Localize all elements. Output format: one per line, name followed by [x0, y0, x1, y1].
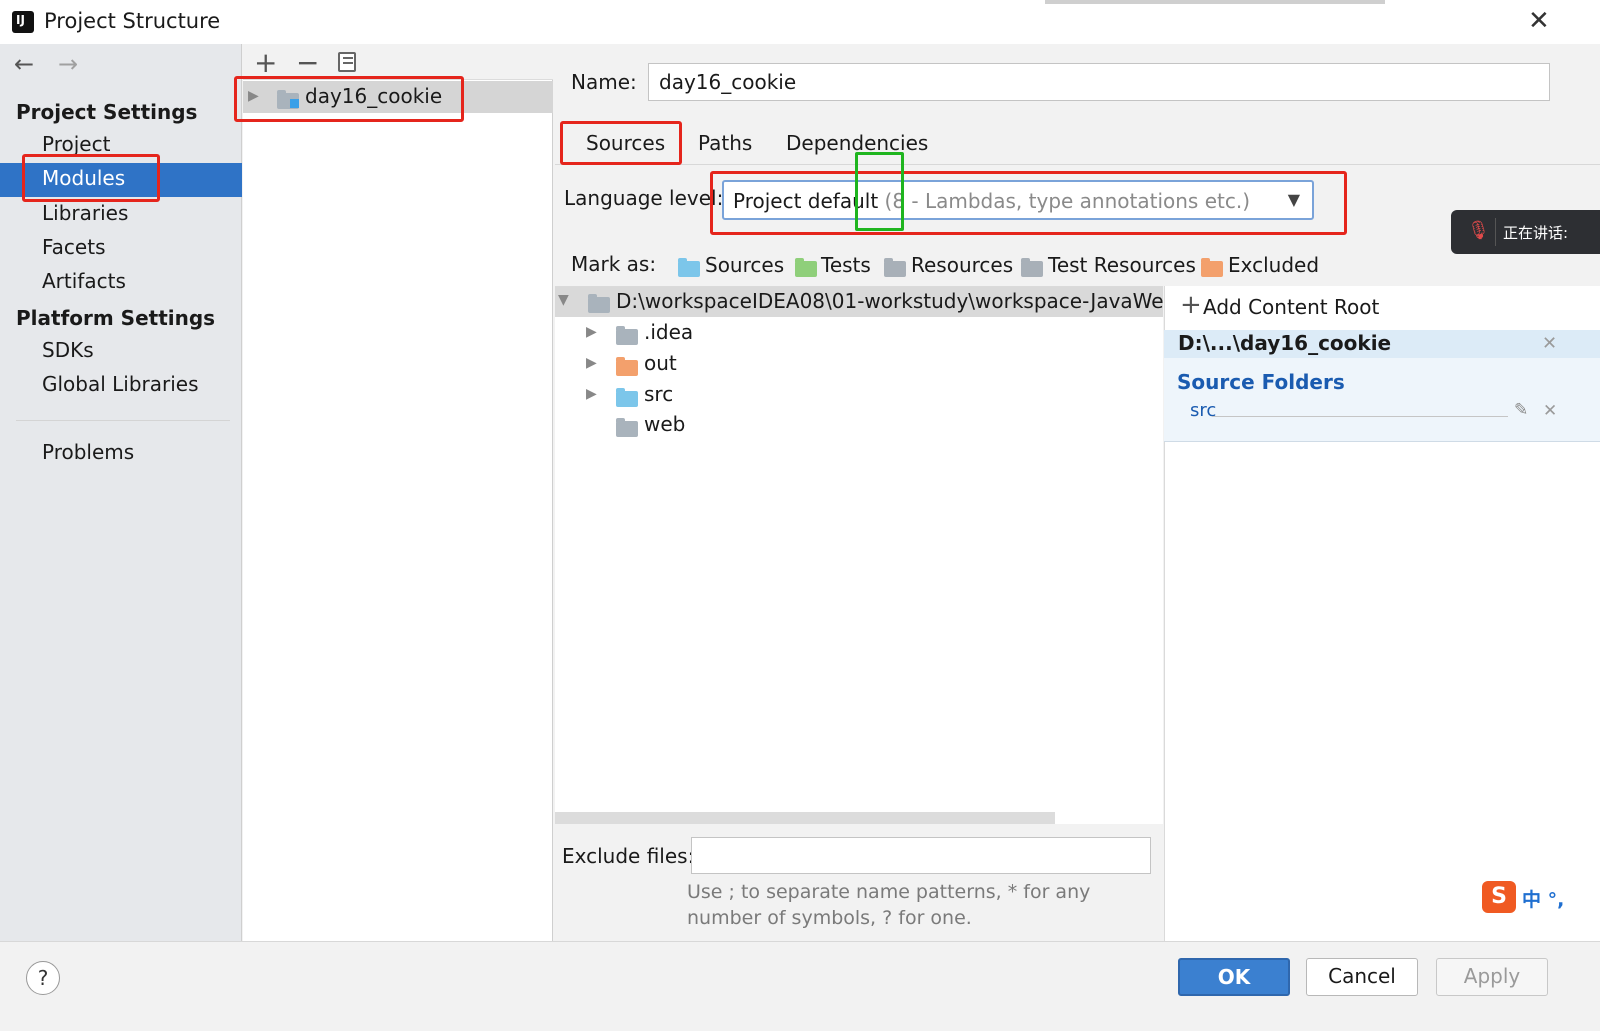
speaking-text: 正在讲话: [1503, 224, 1569, 242]
plus-icon: + [1180, 290, 1202, 320]
module-list [243, 44, 553, 941]
back-arrow-icon[interactable]: ← [14, 50, 34, 78]
out-folder-icon [616, 357, 638, 381]
platform-settings-header: Platform Settings [16, 306, 216, 330]
resources-folder-icon [884, 258, 906, 282]
remove-root-icon[interactable]: ✕ [1542, 333, 1557, 354]
language-level-label: Language level: [564, 186, 724, 210]
exclude-files-label: Exclude files: [562, 844, 695, 868]
source-folder-underline [1212, 416, 1508, 417]
name-field[interactable]: day16_cookie [648, 63, 1550, 101]
exclude-hint-line1: Use ; to separate name patterns, * for a… [687, 881, 1091, 903]
source-folders-header: Source Folders [1177, 370, 1345, 394]
source-folder-item: src [1190, 400, 1217, 421]
remove-folder-icon[interactable]: ✕ [1543, 401, 1557, 421]
intellij-app-icon: IJ [9, 8, 37, 36]
add-content-root-link[interactable]: Add Content Root [1203, 295, 1379, 319]
voice-chat-overlay: 🎙 正在讲话: [1451, 210, 1600, 254]
tests-folder-icon [795, 258, 817, 282]
window-title: Project Structure [44, 9, 221, 33]
test-resources-folder-icon [1021, 258, 1043, 282]
excluded-folder-icon [1201, 258, 1223, 282]
sources-folder-icon [678, 258, 700, 282]
cancel-button[interactable]: Cancel [1306, 958, 1418, 996]
exclude-files-input[interactable] [691, 837, 1151, 874]
apply-button[interactable]: Apply [1436, 958, 1548, 996]
highlight-sources-tab [560, 121, 682, 165]
exclude-hint-line2: number of symbols, ? for one. [687, 907, 972, 929]
nav-item-project[interactable]: Project [42, 132, 110, 156]
tree-item-idea[interactable]: .idea [644, 320, 693, 344]
mark-as-resources[interactable]: Resources [911, 253, 1013, 277]
help-icon[interactable]: ? [26, 961, 60, 995]
mark-as-label: Mark as: [571, 252, 657, 276]
highlight-modules [22, 154, 160, 202]
root-folder-icon [588, 294, 610, 318]
ime-toolbar[interactable]: S 中 °, [1482, 880, 1600, 914]
forward-arrow-icon[interactable]: → [58, 50, 78, 78]
copy-icon[interactable] [338, 52, 356, 72]
tree-item-src[interactable]: src [644, 382, 673, 406]
name-label: Name: [571, 70, 637, 94]
muted-mic-icon: 🎙 [1467, 220, 1490, 241]
nav-item-libraries[interactable]: Libraries [42, 201, 128, 225]
window-shadow [1045, 0, 1385, 4]
expand-arrow-icon[interactable]: ▶ [586, 324, 597, 340]
title-bar [0, 0, 1600, 44]
close-icon[interactable]: ✕ [1528, 6, 1550, 36]
src-folder-icon [616, 388, 638, 412]
mark-as-sources[interactable]: Sources [705, 253, 784, 277]
nav-item-sdks[interactable]: SDKs [42, 338, 94, 362]
highlight-language-number [855, 152, 904, 231]
nav-item-problems[interactable]: Problems [42, 440, 134, 464]
remove-icon[interactable]: − [296, 46, 319, 79]
module-toolbar [243, 44, 553, 80]
name-field-value: day16_cookie [659, 70, 797, 94]
idea-folder-icon [616, 326, 638, 350]
mark-as-test-resources[interactable]: Test Resources [1048, 253, 1196, 277]
expand-arrow-icon[interactable]: ▶ [586, 355, 597, 371]
web-folder-icon [616, 418, 638, 442]
tree-root-path: D:\workspaceIDEA08\01-workstudy\workspac… [616, 289, 1163, 313]
nav-divider [16, 420, 230, 421]
tree-item-out[interactable]: out [644, 351, 677, 375]
sogou-logo-icon: S [1482, 881, 1516, 913]
collapse-arrow-icon[interactable]: ▼ [558, 292, 569, 308]
tab-divider [555, 164, 1600, 165]
nav-item-artifacts[interactable]: Artifacts [42, 269, 126, 293]
highlight-module [234, 76, 464, 122]
expand-arrow-icon[interactable]: ▶ [586, 386, 597, 402]
content-root-path: D:\...\day16_cookie [1178, 331, 1392, 355]
mark-as-tests[interactable]: Tests [821, 253, 871, 277]
tab-paths[interactable]: Paths [698, 131, 752, 155]
highlight-language-level [710, 171, 1347, 235]
project-settings-header: Project Settings [16, 100, 198, 124]
edit-pencil-icon[interactable]: ✎ [1514, 400, 1528, 420]
horizontal-scrollbar[interactable] [555, 812, 1055, 824]
ok-button[interactable]: OK [1178, 958, 1290, 996]
tree-item-web[interactable]: web [644, 412, 685, 436]
nav-item-global-libraries[interactable]: Global Libraries [42, 372, 199, 396]
mark-as-excluded[interactable]: Excluded [1228, 253, 1319, 277]
ime-mode: 中 °, [1522, 889, 1565, 911]
nav-item-facets[interactable]: Facets [42, 235, 106, 259]
add-icon[interactable]: + [254, 46, 277, 79]
